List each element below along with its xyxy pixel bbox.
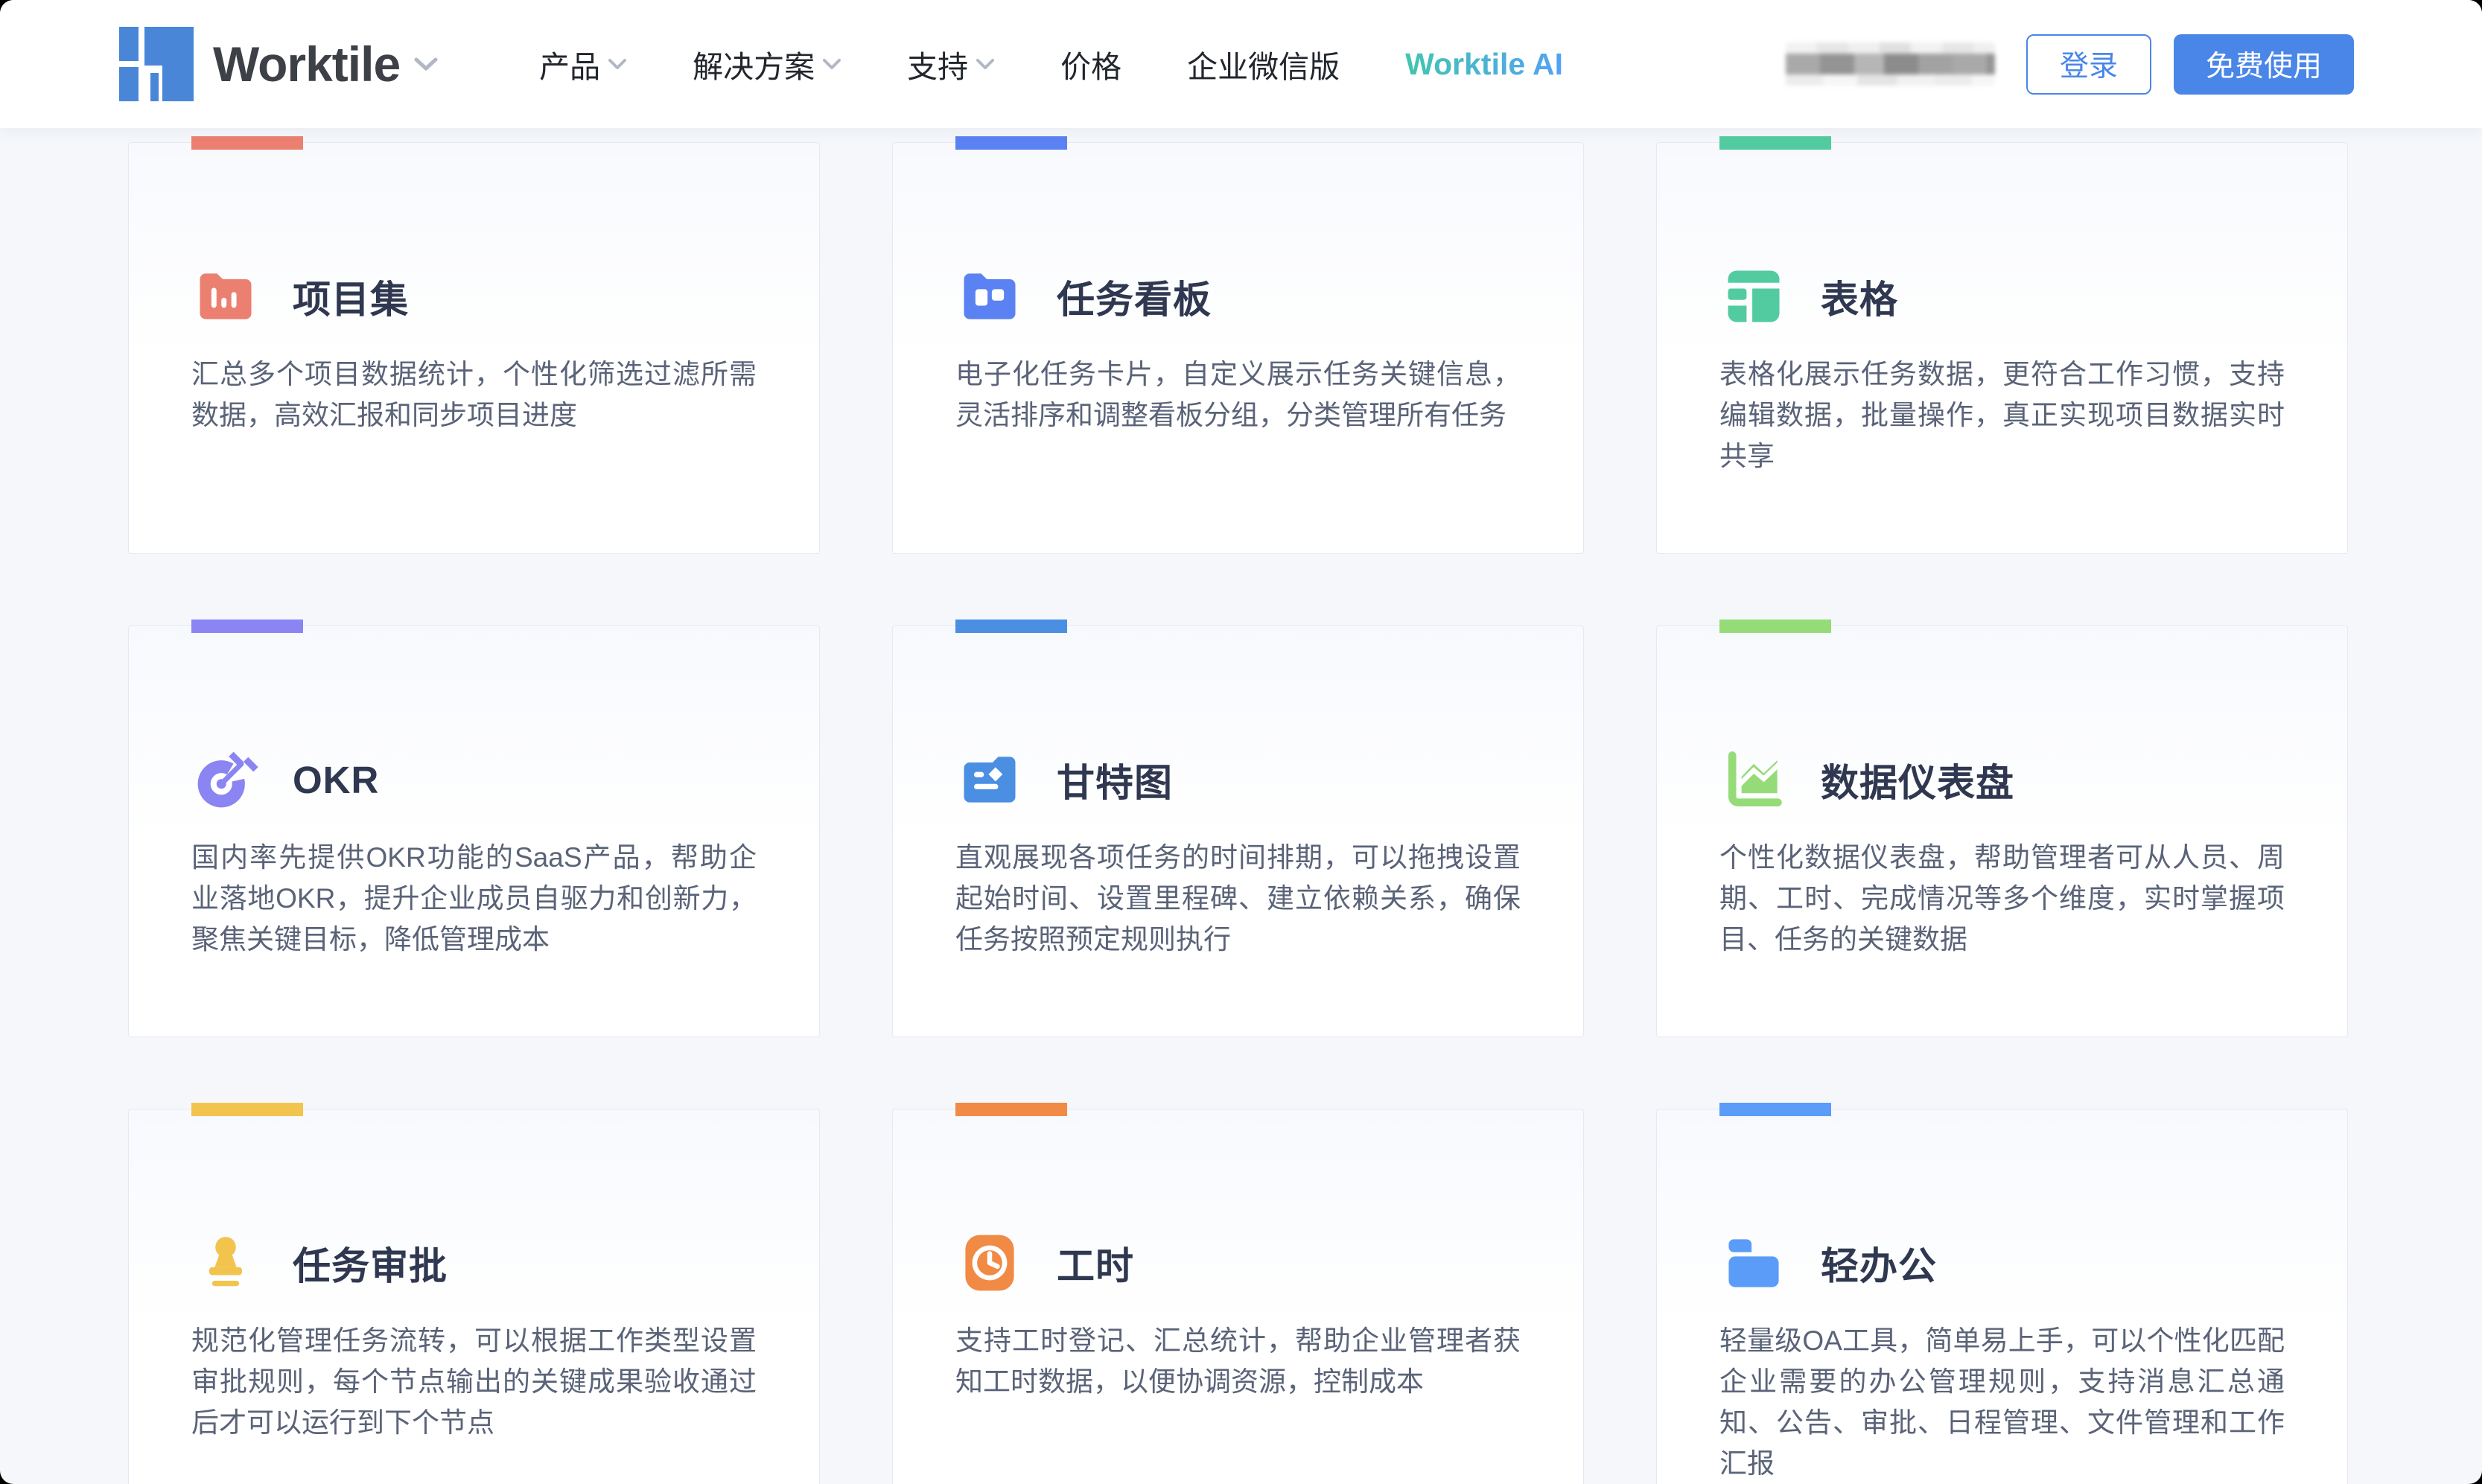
card-header: 任务看板 [955,262,1521,331]
feature-grid-section: 项目集 汇总多个项目数据统计，个性化筛选过滤所需数据，高效汇报和同步项目进度 任… [128,128,2348,1484]
card-accent-bar [1719,136,1831,150]
card-accent-bar [955,136,1067,150]
card-header: 项目集 [191,262,757,331]
main-nav: 产品 解决方案 支持 价格 企业微信版 Worktile AI [539,42,1563,86]
feature-card-light-office[interactable]: 轻办公 轻量级OA工具，简单易上手，可以个性化匹配企业需要的办公管理规则，支持消… [1656,1109,2348,1484]
feature-card-approval[interactable]: 任务审批 规范化管理任务流转，可以根据工作类型设置审批规则，每个节点输出的关键成… [128,1109,820,1484]
card-header: 轻办公 [1719,1229,2285,1297]
nav-label: 价格 [1060,42,1121,86]
card-description: 直观展现各项任务的时间排期，可以拖拽设置起始时间、设置里程碑、建立依赖关系，确保… [955,837,1521,960]
nav-label: 解决方案 [693,42,815,86]
card-header: 表格 [1719,262,2285,331]
feature-card-portfolio[interactable]: 项目集 汇总多个项目数据统计，个性化筛选过滤所需数据，高效汇报和同步项目进度 [128,142,820,554]
card-description: 个性化数据仪表盘，帮助管理者可从人员、周期、工时、完成情况等多个维度，实时掌握项… [1719,837,2285,960]
nav-label: 产品 [539,42,600,86]
card-title: 表格 [1821,269,1898,324]
worktile-logo[interactable]: Worktile [119,27,439,101]
card-accent-bar [955,620,1067,633]
worktile-wordmark: Worktile [213,36,400,92]
card-description: 支持工时登记、汇总统计，帮助企业管理者获知工时数据，以便协调资源，控制成本 [955,1320,1521,1402]
card-title: 项目集 [293,269,409,324]
card-title: 任务看板 [1057,269,1212,324]
feature-card-timesheet[interactable]: 工时 支持工时登记、汇总统计，帮助企业管理者获知工时数据，以便协调资源，控制成本 [892,1109,1584,1484]
blurred-contact-info [1786,42,1995,86]
nav-label: 企业微信版 [1187,42,1340,86]
worktile-logo-icon [119,27,194,101]
card-accent-bar [191,620,303,633]
area-chart-icon [1719,745,1788,814]
card-title: 数据仪表盘 [1821,752,2014,807]
card-description: 规范化管理任务流转，可以根据工作类型设置审批规则，每个节点输出的关键成果验收通过… [191,1320,757,1443]
clock-icon [955,1229,1024,1297]
card-description: 电子化任务卡片，自定义展示任务关键信息，灵活排序和调整看板分组，分类管理所有任务 [955,354,1521,436]
card-accent-bar [1719,1103,1831,1116]
feature-card-kanban[interactable]: 任务看板 电子化任务卡片，自定义展示任务关键信息，灵活排序和调整看板分组，分类管… [892,142,1584,554]
nav-label: Worktile AI [1405,47,1563,82]
chevron-down-icon [822,58,841,70]
card-header: OKR [191,745,757,814]
chevron-down-icon [608,58,627,70]
target-dart-icon [191,745,260,814]
nav-item-support[interactable]: 支持 [907,42,995,86]
card-title: OKR [293,758,379,802]
open-folder-icon [1719,1229,1788,1297]
feature-card-gantt[interactable]: 甘特图 直观展现各项任务的时间排期，可以拖拽设置起始时间、设置里程碑、建立依赖关… [892,625,1584,1037]
login-button[interactable]: 登录 [2026,34,2151,95]
nav-item-products[interactable]: 产品 [539,42,627,86]
card-description: 轻量级OA工具，简单易上手，可以个性化匹配企业需要的办公管理规则，支持消息汇总通… [1719,1320,2285,1484]
nav-item-solutions[interactable]: 解决方案 [693,42,841,86]
card-title: 甘特图 [1057,752,1173,807]
card-title: 任务审批 [293,1235,448,1290]
card-accent-bar [955,1103,1067,1116]
feature-card-okr[interactable]: OKR 国内率先提供OKR功能的SaaS产品，帮助企业落地OKR，提升企业成员自… [128,625,820,1037]
nav-item-wechat-work[interactable]: 企业微信版 [1187,42,1340,86]
card-accent-bar [1719,620,1831,633]
card-title: 轻办公 [1821,1235,1937,1290]
card-header: 数据仪表盘 [1719,745,2285,814]
folder-barchart-icon [191,262,260,331]
chevron-down-icon [976,58,995,70]
card-accent-bar [191,136,303,150]
table-grid-icon [1719,262,1788,331]
folder-gantt-icon [955,745,1024,814]
feature-grid: 项目集 汇总多个项目数据统计，个性化筛选过滤所需数据，高效汇报和同步项目进度 任… [128,142,2348,1484]
nav-label: 支持 [907,42,968,86]
nav-item-worktile-ai[interactable]: Worktile AI [1405,47,1563,82]
feature-card-table[interactable]: 表格 表格化展示任务数据，更符合工作习惯，支持编辑数据，批量操作，真正实现项目数… [1656,142,2348,554]
folder-kanban-icon [955,262,1024,331]
card-title: 工时 [1057,1235,1134,1290]
worktile-landing-page: Worktile 产品 解决方案 支持 价格 企业微信版 [0,0,2482,1484]
feature-card-dashboard[interactable]: 数据仪表盘 个性化数据仪表盘，帮助管理者可从人员、周期、工时、完成情况等多个维度… [1656,625,2348,1037]
card-accent-bar [191,1103,303,1116]
free-trial-button[interactable]: 免费使用 [2174,34,2354,95]
top-navigation-bar: Worktile 产品 解决方案 支持 价格 企业微信版 [0,0,2482,128]
card-description: 表格化展示任务数据，更符合工作习惯，支持编辑数据，批量操作，真正实现项目数据实时… [1719,354,2285,477]
nav-item-pricing[interactable]: 价格 [1060,42,1121,86]
card-description: 汇总多个项目数据统计，个性化筛选过滤所需数据，高效汇报和同步项目进度 [191,354,757,436]
card-header: 甘特图 [955,745,1521,814]
chevron-down-icon [413,57,439,71]
card-header: 任务审批 [191,1229,757,1297]
card-description: 国内率先提供OKR功能的SaaS产品，帮助企业落地OKR，提升企业成员自驱力和创… [191,837,757,960]
stamp-icon [191,1229,260,1297]
card-header: 工时 [955,1229,1521,1297]
